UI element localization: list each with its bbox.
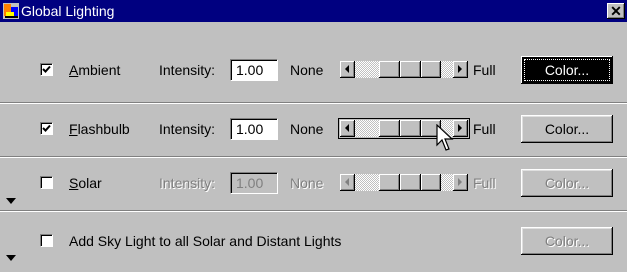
ambient-color-label: Color... (544, 62, 590, 78)
solar-slider-thumb[interactable] (379, 174, 442, 191)
arrow-left-icon (345, 178, 349, 186)
flashbulb-color-label: Color... (544, 121, 590, 137)
ambient-mnemonic: A (69, 62, 79, 78)
sky-light-checkbox[interactable] (40, 234, 53, 247)
solar-row: Solar Intensity: 1.00 None Full Color... (0, 158, 627, 210)
expand-arrow-icon[interactable] (6, 255, 16, 261)
ambient-intensity-slider[interactable] (340, 61, 468, 78)
solar-color-button[interactable]: Color... (521, 169, 613, 197)
close-button[interactable]: ✕ (607, 3, 625, 19)
flashbulb-label-rest: lashbulb (77, 121, 130, 137)
ambient-intensity-input[interactable]: 1.00 (230, 59, 278, 81)
ambient-checkbox[interactable] (40, 63, 53, 76)
arrow-right-icon (458, 65, 462, 73)
solar-intensity-input[interactable]: 1.00 (230, 172, 278, 194)
ambient-label-rest: mbient (78, 62, 121, 78)
solar-label-rest: olar (78, 175, 102, 191)
flashbulb-color-button[interactable]: Color... (521, 115, 613, 143)
solar-intensity-label: Intensity: (159, 175, 216, 191)
flashbulb-row: Flashbulb Intensity: 1.00 None Full Colo… (0, 104, 627, 156)
flashbulb-intensity-label: Intensity: (159, 121, 216, 137)
ambient-none-label: None (290, 62, 324, 78)
flashbulb-full-label: Full (473, 121, 496, 137)
solar-full-label: Full (473, 175, 496, 191)
flashbulb-slider-left-arrow[interactable] (340, 120, 355, 137)
solar-checkbox[interactable] (40, 176, 53, 189)
global-lighting-window: Global Lighting ✕ Ambient Intensity: 1.0… (0, 0, 627, 272)
app-lighting-icon (3, 3, 19, 19)
solar-none-label: None (290, 175, 324, 191)
sky-light-row: Add Sky Light to all Solar and Distant L… (0, 212, 627, 272)
window-title: Global Lighting (21, 3, 115, 19)
sky-light-label[interactable]: Add Sky Light to all Solar and Distant L… (69, 233, 341, 249)
ambient-row: Ambient Intensity: 1.00 None Full Color.… (0, 22, 627, 102)
flashbulb-slider-thumb[interactable] (379, 120, 442, 137)
sky-color-label: Color... (544, 233, 590, 249)
ambient-color-button[interactable]: Color... (521, 56, 613, 84)
checkmark-icon (42, 65, 51, 73)
solar-slider-right-arrow[interactable] (453, 174, 468, 191)
checkmark-icon (42, 124, 51, 132)
flashbulb-none-label: None (290, 121, 324, 137)
flashbulb-checkbox[interactable] (40, 122, 53, 135)
flashbulb-intensity-input[interactable]: 1.00 (230, 118, 278, 140)
ambient-intensity-label: Intensity: (159, 62, 216, 78)
ambient-full-label: Full (473, 62, 496, 78)
flashbulb-label[interactable]: Flashbulb (69, 121, 130, 137)
arrow-left-icon (345, 124, 349, 132)
arrow-right-icon (458, 178, 462, 186)
arrow-left-icon (345, 65, 349, 73)
solar-slider-left-arrow[interactable] (340, 174, 355, 191)
solar-intensity-slider[interactable] (340, 174, 468, 191)
close-icon: ✕ (610, 3, 622, 19)
ambient-label[interactable]: Ambient (69, 62, 120, 78)
solar-color-label: Color... (544, 175, 590, 191)
mouse-pointer-icon (436, 124, 454, 151)
ambient-slider-thumb[interactable] (379, 61, 442, 78)
flashbulb-mnemonic: F (69, 121, 78, 137)
sky-color-button[interactable]: Color... (521, 227, 613, 255)
title-bar[interactable]: Global Lighting ✕ (0, 0, 627, 22)
solar-label[interactable]: Solar (69, 175, 102, 191)
solar-mnemonic: S (69, 175, 79, 191)
expand-arrow-icon[interactable] (6, 198, 16, 204)
ambient-slider-left-arrow[interactable] (340, 61, 355, 78)
arrow-right-icon (458, 124, 462, 132)
ambient-slider-right-arrow[interactable] (453, 61, 468, 78)
